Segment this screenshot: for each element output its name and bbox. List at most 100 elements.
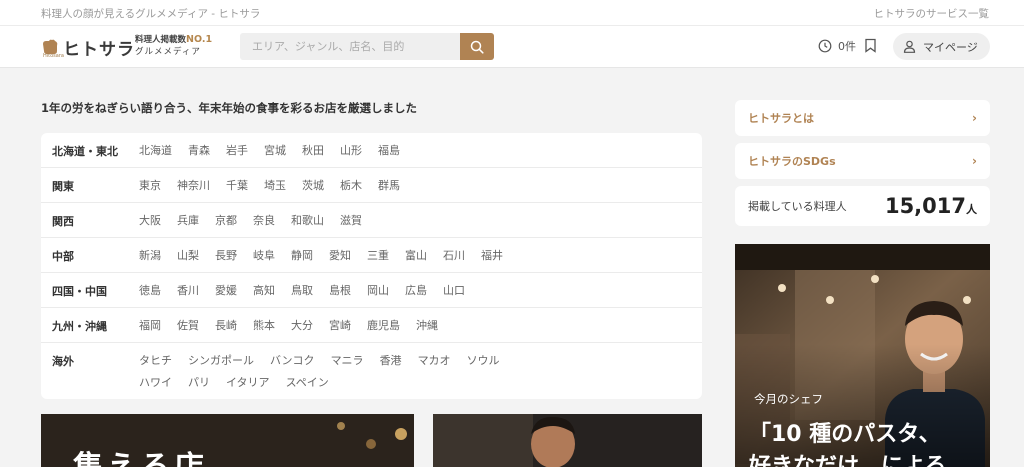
prefecture-link[interactable]: 青森: [188, 143, 210, 159]
bookmark-icon[interactable]: [864, 38, 877, 53]
prefecture-link[interactable]: 沖縄: [416, 318, 438, 334]
prefecture-link[interactable]: 岐阜: [253, 248, 275, 264]
mypage-button[interactable]: マイページ: [893, 33, 990, 60]
logo-text: ヒトサラ: [63, 39, 135, 60]
prefecture-link[interactable]: シンガポール: [188, 353, 254, 369]
chevron-right-icon: ›: [972, 154, 977, 168]
site-tagline: 料理人の顔が見えるグルメメディア - ヒトサラ: [41, 8, 261, 20]
area-row: 中部 新潟 山梨 長野 岐阜 静岡 愛知 三重 富山 石川 福井: [41, 238, 702, 273]
prefecture-link[interactable]: 栃木: [340, 178, 362, 194]
site-header: ヒトサラ Hitosara 料理人掲載数NO.1 グルメメディア 0件 マイペー…: [0, 26, 1024, 68]
prefecture-link[interactable]: 福岡: [139, 318, 161, 334]
prefecture-link[interactable]: 香港: [380, 353, 402, 369]
mypage-label: マイページ: [923, 40, 978, 54]
prefecture-link[interactable]: マカオ: [418, 353, 451, 369]
region-label: 海外: [52, 355, 74, 368]
prefecture-link[interactable]: 鳥取: [291, 283, 313, 299]
search-button[interactable]: [460, 33, 494, 60]
prefecture-link[interactable]: 岩手: [226, 143, 248, 159]
region-label: 中部: [52, 250, 74, 263]
prefecture-link[interactable]: 茨城: [302, 178, 324, 194]
prefecture-link[interactable]: 兵庫: [177, 213, 199, 229]
prefecture-link[interactable]: ハワイ: [139, 375, 172, 391]
top-bar: 料理人の顔が見えるグルメメディア - ヒトサラ ヒトサラのサービス一覧: [0, 0, 1024, 26]
prefecture-link[interactable]: 東京: [139, 178, 161, 194]
area-row: 九州・沖縄 福岡 佐賀 長崎 熊本 大分 宮崎 鹿児島 沖縄: [41, 308, 702, 343]
card-photo: [433, 414, 702, 467]
intro-text: 1年の労をねぎらい語り合う、年末年始の食事を彩るお店を厳選しました: [41, 101, 417, 115]
prefecture-link[interactable]: 長崎: [215, 318, 237, 334]
user-icon: [903, 40, 916, 53]
logo[interactable]: ヒトサラ Hitosara: [40, 35, 135, 60]
prefecture-link[interactable]: 滋賀: [340, 213, 362, 229]
prefecture-link[interactable]: 山口: [443, 283, 465, 299]
card-title: 集える店: [73, 442, 208, 467]
prefecture-link[interactable]: 山形: [340, 143, 362, 159]
catch-line2: グルメメディア: [135, 47, 201, 57]
prefecture-link[interactable]: 大分: [291, 318, 313, 334]
feature-card[interactable]: 集える店: [41, 414, 414, 467]
prefecture-link[interactable]: 愛知: [329, 248, 351, 264]
sdgs-label: ヒトサラのSDGs: [748, 155, 836, 168]
prefecture-list: タヒチ シンガポール バンコク マニラ 香港 マカオ ソウルハワイ パリ イタリア スペイン: [139, 353, 539, 391]
prefecture-link[interactable]: 大阪: [139, 213, 161, 229]
prefecture-link[interactable]: バンコク: [270, 353, 315, 369]
area-list: 北海道・東北 北海道 青森 岩手 宮城 秋田 山形 福島 関東 東京 神奈川 千葉 埼玉 茨城 栃木 群馬 関西…: [41, 133, 702, 399]
prefecture-link[interactable]: 福井: [481, 248, 503, 264]
prefecture-link[interactable]: タヒチ: [139, 353, 172, 369]
prefecture-link[interactable]: 神奈川: [177, 178, 210, 194]
prefecture-link[interactable]: 熊本: [253, 318, 275, 334]
catch-line1: 料理人掲載数: [135, 35, 187, 45]
prefecture-link[interactable]: 秋田: [302, 143, 324, 159]
prefecture-link[interactable]: 群馬: [378, 178, 400, 194]
catchphrase: 料理人掲載数NO.1 グルメメディア: [135, 34, 212, 58]
chef-feature-banner[interactable]: 今月のシェフ 「10 種のパスタ、 好きなだけ による: [735, 244, 990, 467]
prefecture-link[interactable]: 岡山: [367, 283, 389, 299]
prefecture-link[interactable]: 京都: [215, 213, 237, 229]
prefecture-link[interactable]: 宮崎: [329, 318, 351, 334]
region-label: 関西: [52, 215, 74, 228]
prefecture-link[interactable]: 徳島: [139, 283, 161, 299]
search-input[interactable]: [240, 33, 461, 60]
history-button[interactable]: 0件: [818, 38, 856, 54]
chef-quote-line2: 好きなだけ による: [749, 454, 947, 467]
prefecture-link[interactable]: 愛媛: [215, 283, 237, 299]
prefecture-list: 新潟 山梨 長野 岐阜 静岡 愛知 三重 富山 石川 福井: [139, 248, 539, 264]
prefecture-link[interactable]: 石川: [443, 248, 465, 264]
prefecture-link[interactable]: スペイン: [286, 375, 329, 391]
services-link[interactable]: ヒトサラのサービス一覧: [874, 6, 990, 21]
prefecture-link[interactable]: 埼玉: [264, 178, 286, 194]
search-icon: [470, 40, 484, 54]
prefecture-link[interactable]: ソウル: [467, 353, 500, 369]
prefecture-link[interactable]: 島根: [329, 283, 351, 299]
prefecture-link[interactable]: 千葉: [226, 178, 248, 194]
region-label: 北海道・東北: [52, 145, 118, 158]
prefecture-link[interactable]: 富山: [405, 248, 427, 264]
region-label: 九州・沖縄: [52, 320, 107, 333]
prefecture-link[interactable]: 長野: [215, 248, 237, 264]
prefecture-link[interactable]: イタリア: [226, 375, 270, 391]
prefecture-link[interactable]: 北海道: [139, 143, 172, 159]
prefecture-link[interactable]: 高知: [253, 283, 275, 299]
prefecture-link[interactable]: 山梨: [177, 248, 199, 264]
area-row: 四国・中国 徳島 香川 愛媛 高知 鳥取 島根 岡山 広島 山口: [41, 273, 702, 308]
about-link[interactable]: ヒトサラとは ›: [735, 100, 990, 136]
prefecture-link[interactable]: 広島: [405, 283, 427, 299]
prefecture-link[interactable]: 宮城: [264, 143, 286, 159]
prefecture-link[interactable]: 静岡: [291, 248, 313, 264]
chef-count-box: 掲載している料理人 15,017人: [735, 186, 990, 226]
prefecture-link[interactable]: 和歌山: [291, 213, 324, 229]
prefecture-link[interactable]: 奈良: [253, 213, 275, 229]
chef-kicker: 今月のシェフ: [754, 392, 823, 406]
prefecture-link[interactable]: パリ: [188, 375, 210, 391]
prefecture-link[interactable]: 新潟: [139, 248, 161, 264]
prefecture-link[interactable]: 佐賀: [177, 318, 199, 334]
prefecture-link[interactable]: 三重: [367, 248, 389, 264]
prefecture-list: 北海道 青森 岩手 宮城 秋田 山形 福島: [139, 143, 539, 159]
prefecture-link[interactable]: 香川: [177, 283, 199, 299]
sdgs-link[interactable]: ヒトサラのSDGs ›: [735, 143, 990, 179]
prefecture-link[interactable]: マニラ: [331, 353, 364, 369]
prefecture-link[interactable]: 鹿児島: [367, 318, 400, 334]
feature-card[interactable]: [433, 414, 702, 467]
prefecture-link[interactable]: 福島: [378, 143, 400, 159]
